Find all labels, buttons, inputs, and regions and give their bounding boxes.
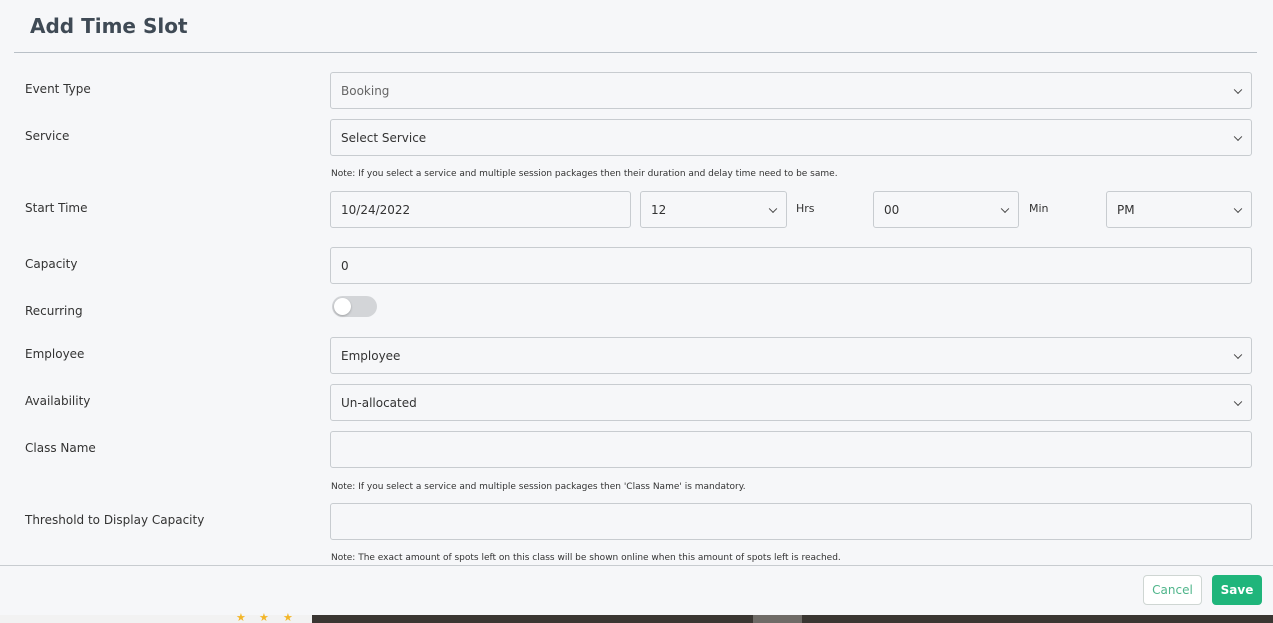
cancel-button[interactable]: Cancel [1143, 575, 1202, 605]
minutes-unit-label: Min [1029, 202, 1049, 215]
class-name-label: Class Name [25, 441, 96, 455]
class-name-input[interactable] [330, 431, 1252, 468]
event-type-value: Booking [341, 83, 390, 98]
hour-value: 12 [651, 202, 667, 217]
minute-select[interactable]: 00 [873, 191, 1019, 228]
threshold-input[interactable] [330, 503, 1252, 540]
recurring-label: Recurring [25, 304, 83, 318]
minute-value: 00 [884, 202, 900, 217]
start-time-label: Start Time [25, 201, 88, 215]
hour-select[interactable]: 12 [640, 191, 787, 228]
star-icon: ★ [283, 613, 293, 623]
service-label: Service [25, 129, 70, 143]
start-date-input[interactable]: 10/24/2022 [330, 191, 631, 228]
event-type-label: Event Type [25, 82, 91, 96]
capacity-value: 0 [341, 258, 349, 273]
employee-select[interactable]: Employee [330, 337, 1252, 374]
class-name-note: Note: If you select a service and multip… [331, 482, 746, 492]
service-select[interactable]: Select Service [330, 119, 1252, 156]
chevron-down-icon [1233, 204, 1243, 213]
employee-value: Employee [341, 348, 401, 363]
chevron-down-icon [1233, 350, 1243, 359]
star-icon: ★ [236, 613, 246, 623]
capacity-input[interactable]: 0 [330, 247, 1252, 284]
ampm-select[interactable]: PM [1106, 191, 1252, 228]
ampm-value: PM [1117, 202, 1135, 217]
service-value: Select Service [341, 130, 427, 145]
chevron-down-icon [1233, 397, 1243, 406]
title-divider [14, 52, 1257, 53]
availability-value: Un-allocated [341, 395, 417, 410]
threshold-label: Threshold to Display Capacity [25, 513, 205, 527]
start-date-value: 10/24/2022 [341, 202, 411, 217]
capacity-label: Capacity [25, 257, 78, 271]
hours-unit-label: Hrs [796, 202, 815, 215]
recurring-toggle[interactable] [332, 296, 377, 317]
service-note: Note: If you select a service and multip… [331, 169, 838, 179]
save-button[interactable]: Save [1212, 575, 1262, 605]
employee-label: Employee [25, 347, 85, 361]
threshold-note: Note: The exact amount of spots left on … [331, 553, 841, 563]
add-time-slot-modal: Add Time Slot Event Type Booking Service… [0, 0, 1273, 616]
chevron-down-icon [768, 204, 778, 213]
toggle-knob [334, 298, 351, 315]
availability-select[interactable]: Un-allocated [330, 384, 1252, 421]
modal-footer [0, 565, 1273, 616]
chevron-down-icon [1233, 85, 1243, 94]
event-type-select[interactable]: Booking [330, 72, 1252, 109]
availability-label: Availability [25, 394, 91, 408]
modal-title: Add Time Slot [30, 14, 188, 38]
taskbar-segment [753, 615, 802, 623]
chevron-down-icon [1000, 204, 1010, 213]
chevron-down-icon [1233, 132, 1243, 141]
star-icon: ★ [259, 613, 269, 623]
